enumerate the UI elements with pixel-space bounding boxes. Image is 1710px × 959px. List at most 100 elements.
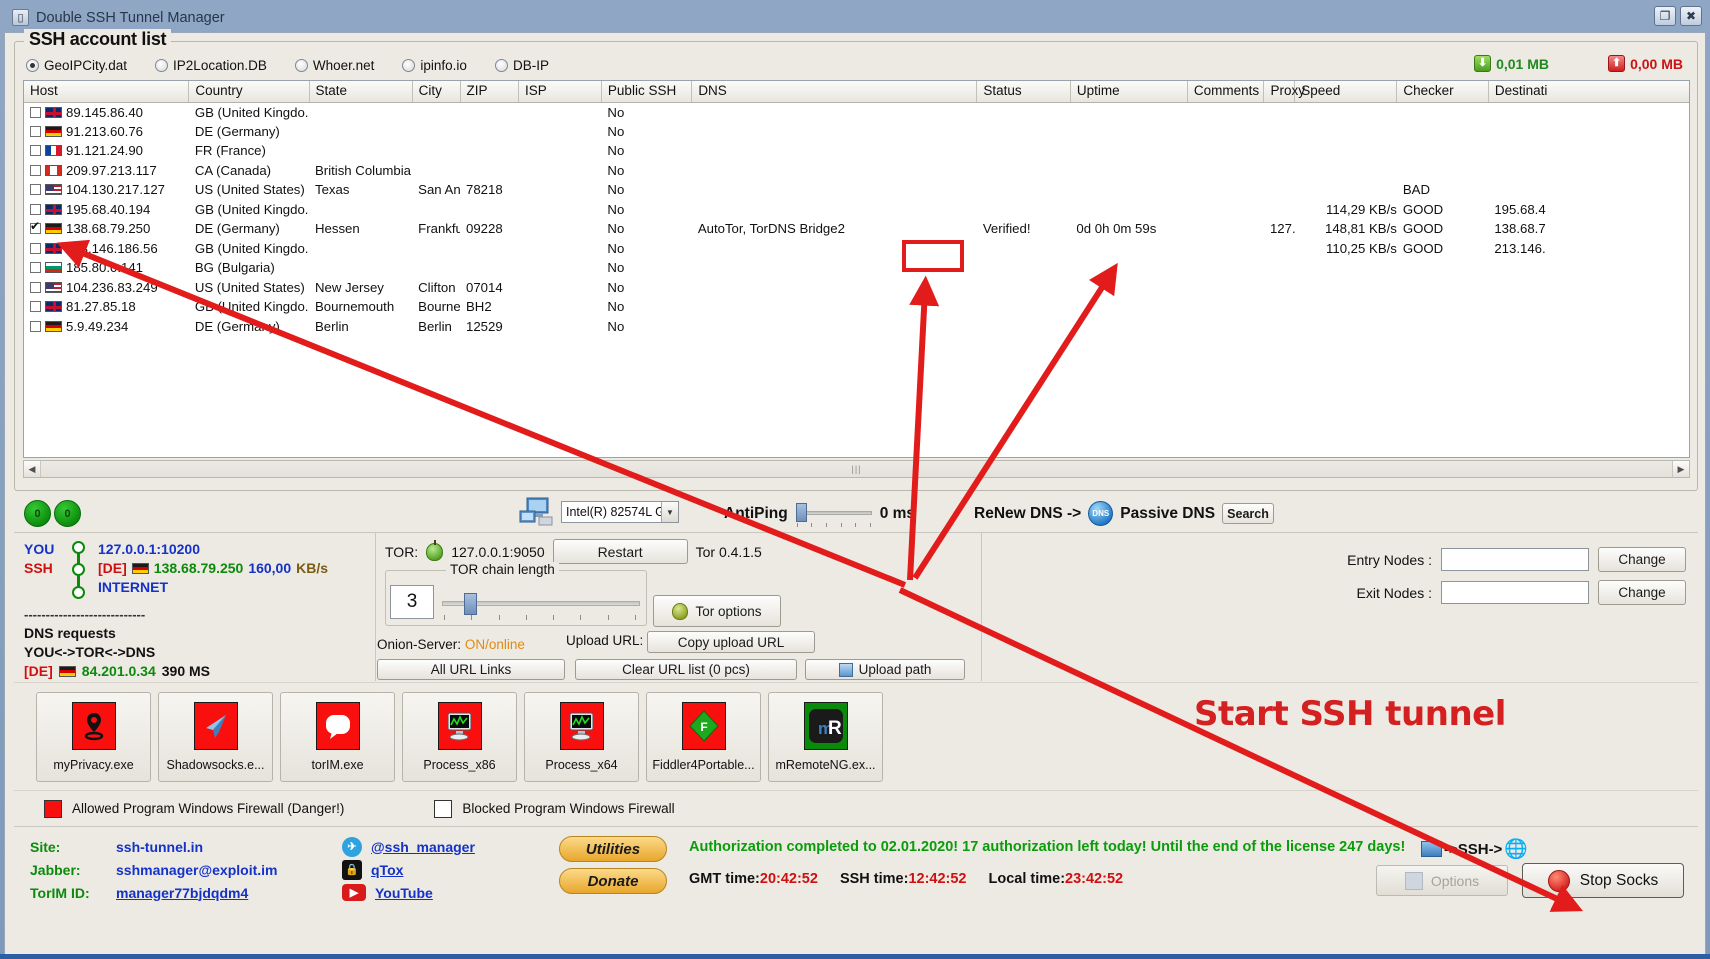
counter-badge-right[interactable]: 0	[54, 500, 81, 527]
table-row[interactable]: 104.130.217.127 US (United States) Texas Sa…	[24, 180, 1689, 200]
app-shortcut-0[interactable]: myPrivacy.exe	[36, 691, 151, 782]
table-row[interactable]: 91.213.60.76 DE (Germany) No	[24, 122, 1689, 142]
options-button[interactable]: Options	[1376, 865, 1508, 896]
row-checkbox[interactable]	[30, 242, 41, 254]
torim-value[interactable]: manager77bjdqdm4	[116, 885, 248, 901]
scrollbar-track[interactable]: |||	[41, 461, 1672, 477]
dns-search-button[interactable]: Search	[1222, 503, 1275, 524]
col-city[interactable]: City	[412, 81, 461, 103]
table-row[interactable]: 213.146.186.56 GB (United Kingdo... No 110,…	[24, 239, 1689, 259]
col-proxy[interactable]: Proxy	[1263, 81, 1305, 103]
table-row[interactable]: 81.27.85.18 GB (United Kingdo... Bournemou…	[24, 297, 1689, 317]
row-checkbox[interactable]	[30, 281, 41, 293]
slider-thumb[interactable]	[795, 503, 807, 522]
radio-label: Whoer.net	[312, 58, 375, 73]
upload-path-button[interactable]: Upload path	[805, 659, 965, 680]
row-checkbox[interactable]	[30, 301, 41, 313]
entry-change-button[interactable]: Change	[1598, 547, 1686, 572]
app-shortcut-2[interactable]: torIM.exe	[280, 691, 395, 782]
col-comments[interactable]: Comments	[1187, 81, 1265, 103]
table-row[interactable]: 185.80.0.141 BG (Bulgaria) No	[24, 258, 1689, 278]
all-url-links-button[interactable]: All URL Links	[377, 659, 565, 680]
col-destination[interactable]: Destinati	[1488, 81, 1689, 103]
app-shortcut-3[interactable]: Process_x86	[402, 691, 517, 782]
close-button[interactable]: ✖	[1680, 6, 1702, 26]
scroll-left-icon[interactable]: ◀	[24, 461, 41, 477]
table-row[interactable]: 195.68.40.194 GB (United Kingdo... No 114,2…	[24, 200, 1689, 220]
stop-socks-button[interactable]: Stop Socks	[1522, 863, 1684, 898]
row-checkbox[interactable]	[30, 320, 41, 332]
col-uptime[interactable]: Uptime	[1070, 81, 1188, 103]
table-row[interactable]: 104.236.83.249 US (United States) New Jers…	[24, 278, 1689, 298]
telegram-link[interactable]: @ssh_manager	[371, 839, 475, 855]
dns-globe-icon[interactable]: DNS	[1088, 501, 1114, 526]
row-checkbox[interactable]	[30, 262, 41, 274]
col-speed[interactable]: Speed	[1294, 81, 1398, 103]
exit-nodes-input[interactable]	[1441, 581, 1589, 604]
radio-geoipcity[interactable]: GeoIPCity.dat	[26, 58, 127, 73]
cell-isp	[518, 161, 601, 181]
renew-dns-label[interactable]: ReNew DNS ->	[974, 505, 1081, 523]
row-checkbox[interactable]	[30, 164, 41, 176]
folder-upload-icon	[838, 662, 853, 677]
app-shortcut-4[interactable]: Process_x64	[524, 691, 639, 782]
youtube-link[interactable]: YouTube	[375, 885, 433, 901]
table-row[interactable]: 209.97.213.117 CA (Canada) British Columbi…	[24, 161, 1689, 181]
row-checkbox[interactable]	[30, 145, 41, 157]
col-isp[interactable]: ISP	[518, 81, 602, 103]
qtox-row[interactable]: 🔒 qTox	[342, 858, 475, 881]
app-shortcut-6[interactable]: m R mRemoteNG.ex...	[768, 691, 883, 782]
table-row[interactable]: 91.121.24.90 FR (France) No	[24, 141, 1689, 161]
row-checkbox[interactable]	[30, 125, 41, 137]
app-shortcut-1[interactable]: Shadowsocks.e...	[158, 691, 273, 782]
radio-ipinfo[interactable]: ipinfo.io	[402, 58, 467, 73]
col-zip[interactable]: ZIP	[460, 81, 519, 103]
jabber-value[interactable]: sshmanager@exploit.im	[116, 862, 277, 878]
chevron-down-icon[interactable]: ▼	[661, 502, 678, 522]
radio-dbip[interactable]: DB-IP	[494, 58, 549, 73]
donate-button[interactable]: Donate	[559, 868, 667, 894]
col-country[interactable]: Country	[188, 81, 310, 103]
col-host[interactable]: Host	[24, 81, 190, 103]
slider-thumb[interactable]	[464, 593, 477, 615]
telegram-row[interactable]: ✈ @ssh_manager	[342, 835, 475, 858]
utilities-button[interactable]: Utilities	[559, 836, 667, 862]
app-shortcut-5[interactable]: F Fiddler4Portable...	[646, 691, 761, 782]
youtube-row[interactable]: ▶ YouTube	[342, 881, 475, 904]
col-public-ssh[interactable]: Public SSH	[601, 81, 693, 103]
traffic-download: ⬇ 0,01 MB	[1474, 55, 1549, 72]
restore-button[interactable]: ❐	[1654, 6, 1676, 26]
flag-gb-icon	[45, 106, 62, 118]
table-row[interactable]: 5.9.49.234 DE (Germany) Berlin Berlin 12529 N…	[24, 317, 1689, 337]
scroll-right-icon[interactable]: ▶	[1672, 461, 1689, 477]
table-row[interactable]: 138.68.79.250 DE (Germany) Hessen Frankfurt…	[24, 219, 1689, 239]
counter-badge-left[interactable]: 0	[24, 500, 51, 527]
table-horizontal-scrollbar[interactable]: ◀ ||| ▶	[23, 460, 1690, 478]
radio-whoer[interactable]: Whoer.net	[294, 58, 375, 73]
qtox-link[interactable]: qTox	[371, 862, 403, 878]
col-status[interactable]: Status	[976, 81, 1071, 103]
radio-ip2location[interactable]: IP2Location.DB	[155, 58, 267, 73]
chain-length-slider[interactable]	[442, 593, 640, 623]
chain-length-value[interactable]: 3	[390, 585, 434, 619]
exit-change-button[interactable]: Change	[1598, 580, 1686, 605]
col-dns[interactable]: DNS	[691, 81, 978, 103]
ssh-account-table[interactable]: Host Country State City ZIP ISP Public S…	[23, 80, 1690, 458]
copy-upload-url-button[interactable]: Copy upload URL	[647, 631, 815, 653]
clear-url-list-button[interactable]: Clear URL list (0 pcs)	[575, 659, 797, 680]
entry-nodes-input[interactable]	[1441, 548, 1589, 571]
row-checkbox[interactable]	[30, 220, 41, 235]
row-checkbox[interactable]	[30, 184, 41, 196]
table-row[interactable]: 89.145.86.40 GB (United Kingdo... No	[24, 102, 1689, 122]
tor-restart-button[interactable]: Restart	[552, 539, 688, 564]
site-value[interactable]: ssh-tunnel.in	[116, 839, 203, 855]
download-value: 0,01 MB	[1496, 55, 1549, 72]
col-state[interactable]: State	[309, 81, 413, 103]
tor-options-button[interactable]: Tor options	[653, 595, 781, 627]
row-checkbox[interactable]	[30, 106, 41, 118]
row-checkbox[interactable]	[30, 203, 41, 215]
col-checker[interactable]: Checker	[1396, 81, 1489, 103]
adapter-combo[interactable]: Intel(R) 82574L G ▼	[561, 501, 679, 523]
stop-socks-label: Stop Socks	[1579, 871, 1659, 889]
antiping-slider[interactable]	[795, 501, 872, 527]
